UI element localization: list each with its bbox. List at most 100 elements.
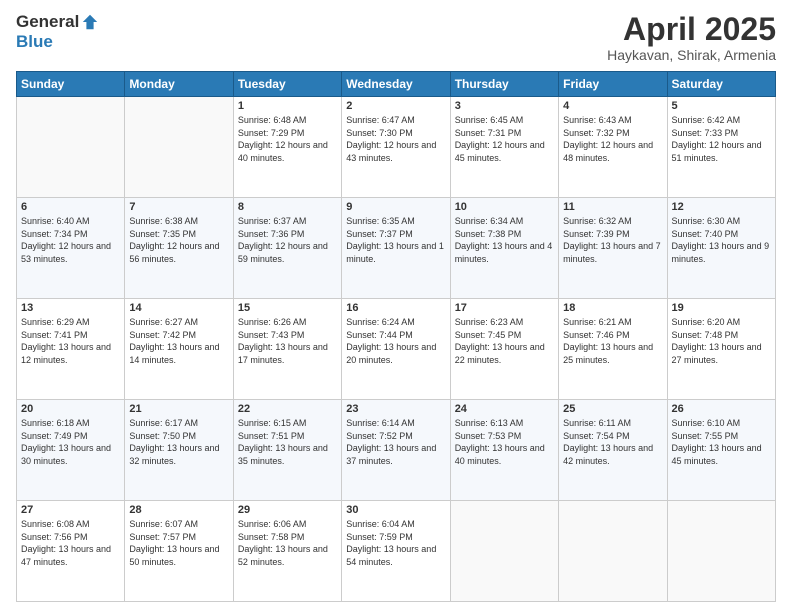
table-row: 4 Sunrise: 6:43 AM Sunset: 7:32 PM Daylig… — [559, 97, 667, 198]
day-number: 12 — [672, 201, 771, 213]
table-row: 2 Sunrise: 6:47 AM Sunset: 7:30 PM Daylig… — [342, 97, 450, 198]
table-row: 13 Sunrise: 6:29 AM Sunset: 7:41 PM Dayli… — [17, 299, 125, 400]
table-row — [450, 501, 558, 602]
day-number: 11 — [563, 201, 662, 213]
logo-general: General — [16, 12, 79, 32]
day-number: 16 — [346, 302, 445, 314]
table-row: 20Sunrise: 6:18 AM Sunset: 7:49 PM Dayli… — [17, 400, 125, 501]
table-row — [667, 501, 775, 602]
calendar-week-row: 27 Sunrise: 6:08 AM Sunset: 7:56 PM Dayli… — [17, 501, 776, 602]
day-info: Sunrise: 6:38 AM Sunset: 7:35 PM Dayligh… — [129, 215, 228, 265]
day-info: Sunrise: 6:48 AM Sunset: 7:29 PM Dayligh… — [238, 114, 337, 164]
day-info: Sunrise: 6:34 AM Sunset: 7:38 PM Dayligh… — [455, 215, 554, 265]
logo-icon — [81, 13, 99, 31]
table-row — [125, 97, 233, 198]
day-info: Sunrise: 6:07 AM Sunset: 7:57 PM Dayligh… — [129, 518, 228, 568]
table-row: 8 Sunrise: 6:37 AM Sunset: 7:36 PM Daylig… — [233, 198, 341, 299]
table-row: 7 Sunrise: 6:38 AM Sunset: 7:35 PM Daylig… — [125, 198, 233, 299]
day-info: Sunrise: 6:18 AM Sunset: 7:49 PM Dayligh… — [21, 417, 120, 467]
col-sunday: Sunday — [17, 72, 125, 97]
day-info: Sunrise: 6:27 AM Sunset: 7:42 PM Dayligh… — [129, 316, 228, 366]
table-row: 14 Sunrise: 6:27 AM Sunset: 7:42 PM Dayli… — [125, 299, 233, 400]
location: Haykavan, Shirak, Armenia — [607, 47, 776, 63]
table-row: 27 Sunrise: 6:08 AM Sunset: 7:56 PM Dayli… — [17, 501, 125, 602]
calendar-table: Sunday Monday Tuesday Wednesday Thursday… — [16, 71, 776, 602]
table-row — [17, 97, 125, 198]
table-row: 3 Sunrise: 6:45 AM Sunset: 7:31 PM Daylig… — [450, 97, 558, 198]
day-number: 23 — [346, 403, 445, 415]
day-number: 14 — [129, 302, 228, 314]
table-row: 11 Sunrise: 6:32 AM Sunset: 7:39 PM Dayli… — [559, 198, 667, 299]
table-row: 25Sunrise: 6:11 AM Sunset: 7:54 PM Dayli… — [559, 400, 667, 501]
day-info: Sunrise: 6:14 AM Sunset: 7:52 PM Dayligh… — [346, 417, 445, 467]
day-number: 19 — [672, 302, 771, 314]
table-row: 22Sunrise: 6:15 AM Sunset: 7:51 PM Dayli… — [233, 400, 341, 501]
col-monday: Monday — [125, 72, 233, 97]
calendar-week-row: 1 Sunrise: 6:48 AM Sunset: 7:29 PM Daylig… — [17, 97, 776, 198]
day-info: Sunrise: 6:45 AM Sunset: 7:31 PM Dayligh… — [455, 114, 554, 164]
day-number: 26 — [672, 403, 771, 415]
table-row: 1 Sunrise: 6:48 AM Sunset: 7:29 PM Daylig… — [233, 97, 341, 198]
logo-text: General — [16, 12, 99, 32]
table-row: 10Sunrise: 6:34 AM Sunset: 7:38 PM Dayli… — [450, 198, 558, 299]
table-row — [559, 501, 667, 602]
day-number: 28 — [129, 504, 228, 516]
day-info: Sunrise: 6:15 AM Sunset: 7:51 PM Dayligh… — [238, 417, 337, 467]
table-row: 17 Sunrise: 6:23 AM Sunset: 7:45 PM Dayli… — [450, 299, 558, 400]
table-row: 12Sunrise: 6:30 AM Sunset: 7:40 PM Dayli… — [667, 198, 775, 299]
page: General Blue April 2025 Haykavan, Shirak… — [0, 0, 792, 612]
day-info: Sunrise: 6:06 AM Sunset: 7:58 PM Dayligh… — [238, 518, 337, 568]
day-info: Sunrise: 6:32 AM Sunset: 7:39 PM Dayligh… — [563, 215, 662, 265]
day-number: 4 — [563, 100, 662, 112]
logo-blue-text: Blue — [16, 32, 53, 52]
day-info: Sunrise: 6:29 AM Sunset: 7:41 PM Dayligh… — [21, 316, 120, 366]
table-row: 21Sunrise: 6:17 AM Sunset: 7:50 PM Dayli… — [125, 400, 233, 501]
day-number: 18 — [563, 302, 662, 314]
day-info: Sunrise: 6:11 AM Sunset: 7:54 PM Dayligh… — [563, 417, 662, 467]
table-row: 30 Sunrise: 6:04 AM Sunset: 7:59 PM Dayli… — [342, 501, 450, 602]
day-info: Sunrise: 6:40 AM Sunset: 7:34 PM Dayligh… — [21, 215, 120, 265]
day-number: 30 — [346, 504, 445, 516]
day-number: 17 — [455, 302, 554, 314]
table-row: 6 Sunrise: 6:40 AM Sunset: 7:34 PM Daylig… — [17, 198, 125, 299]
day-number: 15 — [238, 302, 337, 314]
month-year: April 2025 — [607, 12, 776, 47]
day-info: Sunrise: 6:26 AM Sunset: 7:43 PM Dayligh… — [238, 316, 337, 366]
day-number: 6 — [21, 201, 120, 213]
day-info: Sunrise: 6:43 AM Sunset: 7:32 PM Dayligh… — [563, 114, 662, 164]
table-row: 26 Sunrise: 6:10 AM Sunset: 7:55 PM Dayli… — [667, 400, 775, 501]
col-tuesday: Tuesday — [233, 72, 341, 97]
day-info: Sunrise: 6:13 AM Sunset: 7:53 PM Dayligh… — [455, 417, 554, 467]
calendar-week-row: 13 Sunrise: 6:29 AM Sunset: 7:41 PM Dayli… — [17, 299, 776, 400]
day-number: 1 — [238, 100, 337, 112]
table-row: 29Sunrise: 6:06 AM Sunset: 7:58 PM Dayli… — [233, 501, 341, 602]
day-number: 9 — [346, 201, 445, 213]
day-number: 2 — [346, 100, 445, 112]
title-block: April 2025 Haykavan, Shirak, Armenia — [607, 12, 776, 63]
day-info: Sunrise: 6:08 AM Sunset: 7:56 PM Dayligh… — [21, 518, 120, 568]
table-row: 9 Sunrise: 6:35 AM Sunset: 7:37 PM Daylig… — [342, 198, 450, 299]
day-info: Sunrise: 6:47 AM Sunset: 7:30 PM Dayligh… — [346, 114, 445, 164]
day-info: Sunrise: 6:04 AM Sunset: 7:59 PM Dayligh… — [346, 518, 445, 568]
col-friday: Friday — [559, 72, 667, 97]
table-row: 28 Sunrise: 6:07 AM Sunset: 7:57 PM Dayli… — [125, 501, 233, 602]
table-row: 18Sunrise: 6:21 AM Sunset: 7:46 PM Dayli… — [559, 299, 667, 400]
day-number: 8 — [238, 201, 337, 213]
day-number: 3 — [455, 100, 554, 112]
table-row: 24 Sunrise: 6:13 AM Sunset: 7:53 PM Dayli… — [450, 400, 558, 501]
day-number: 13 — [21, 302, 120, 314]
day-number: 24 — [455, 403, 554, 415]
day-number: 27 — [21, 504, 120, 516]
day-info: Sunrise: 6:37 AM Sunset: 7:36 PM Dayligh… — [238, 215, 337, 265]
day-info: Sunrise: 6:10 AM Sunset: 7:55 PM Dayligh… — [672, 417, 771, 467]
day-number: 7 — [129, 201, 228, 213]
logo: General Blue — [16, 12, 99, 52]
day-number: 21 — [129, 403, 228, 415]
calendar-header-row: Sunday Monday Tuesday Wednesday Thursday… — [17, 72, 776, 97]
day-info: Sunrise: 6:23 AM Sunset: 7:45 PM Dayligh… — [455, 316, 554, 366]
day-number: 5 — [672, 100, 771, 112]
day-info: Sunrise: 6:35 AM Sunset: 7:37 PM Dayligh… — [346, 215, 445, 265]
calendar-week-row: 6 Sunrise: 6:40 AM Sunset: 7:34 PM Daylig… — [17, 198, 776, 299]
day-info: Sunrise: 6:20 AM Sunset: 7:48 PM Dayligh… — [672, 316, 771, 366]
col-saturday: Saturday — [667, 72, 775, 97]
